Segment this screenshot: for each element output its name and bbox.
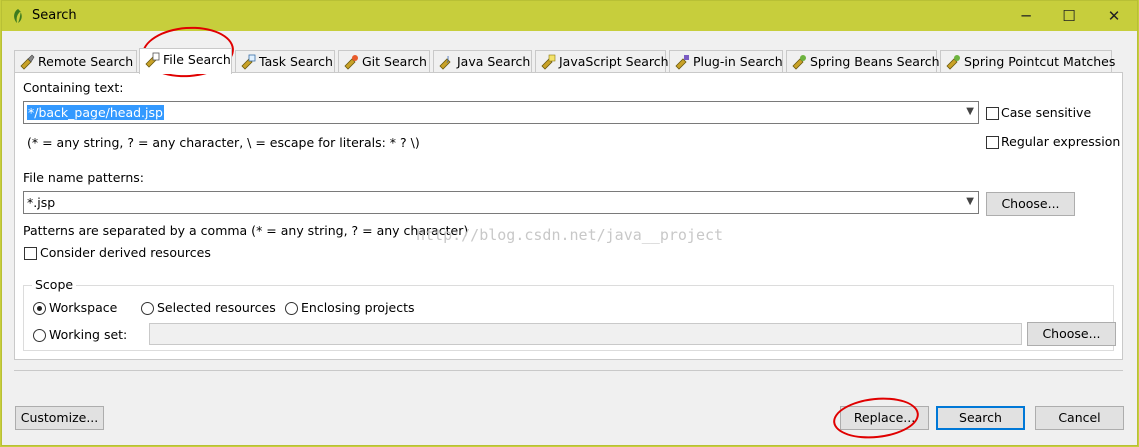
consider-derived-label: Consider derived resources	[40, 245, 211, 260]
tab-remote-search[interactable]: Remote Search	[14, 50, 137, 72]
tab-java-search[interactable]: J Java Search	[433, 50, 532, 72]
regular-expression-label: Regular expression	[1001, 134, 1121, 149]
tab-plugin-search[interactable]: Plug-in Search	[669, 50, 783, 72]
spring-leaf-icon	[946, 55, 960, 70]
patterns-hint: Patterns are separated by a comma (* = a…	[23, 223, 469, 238]
close-button[interactable]: ✕	[1092, 1, 1136, 31]
search-dialog: Search ─ ☐ ✕ Remote Search File Search T…	[1, 0, 1138, 446]
svg-text:J: J	[446, 55, 449, 63]
containing-text-combo[interactable]: */back_page/head.jsp ▼	[23, 101, 979, 124]
tab-label: Plug-in Search	[693, 54, 783, 69]
tab-label: JavaScript Search	[559, 54, 669, 69]
customize-button[interactable]: Customize...	[15, 406, 104, 430]
choose-patterns-button[interactable]: Choose...	[986, 192, 1075, 216]
file-name-patterns-combo[interactable]: *.jsp ▼	[23, 191, 979, 214]
file-search-icon	[145, 52, 160, 68]
workspace-radio[interactable]	[33, 302, 46, 315]
plugin-search-icon	[675, 55, 689, 70]
case-sensitive-checkbox[interactable]	[986, 107, 999, 120]
tab-label: Spring Beans Search	[810, 54, 940, 69]
selected-resources-radio[interactable]	[141, 302, 154, 315]
java-search-icon: J	[439, 55, 451, 70]
file-search-panel: Containing text: */back_page/head.jsp ▼ …	[14, 72, 1123, 360]
window-title: Search	[32, 8, 77, 23]
tab-label: Git Search	[362, 54, 427, 69]
cancel-button[interactable]: Cancel	[1035, 406, 1124, 430]
enclosing-projects-radio[interactable]	[285, 302, 298, 315]
maximize-button[interactable]: ☐	[1047, 1, 1091, 31]
chevron-down-icon[interactable]: ▼	[966, 196, 974, 207]
minimize-button[interactable]: ─	[1004, 1, 1048, 31]
file-name-patterns-label: File name patterns:	[23, 170, 144, 185]
scope-group: Scope Workspace Selected resources Enclo…	[23, 277, 1116, 351]
enclosing-projects-label: Enclosing projects	[301, 300, 415, 315]
tab-label: Spring Pointcut Matches	[964, 54, 1116, 69]
search-button[interactable]: Search	[936, 406, 1025, 430]
eclipse-leaf-icon	[14, 9, 22, 23]
task-search-icon	[241, 54, 256, 70]
watermark-text: http://blog.csdn.net/java__project	[416, 226, 724, 244]
title-bar: Search ─ ☐ ✕	[2, 1, 1137, 31]
tab-label: Java Search	[457, 54, 531, 69]
tab-spring-pointcut-matches[interactable]: Spring Pointcut Matches	[940, 50, 1116, 72]
tab-label: File Search	[163, 52, 231, 67]
consider-derived-checkbox[interactable]	[24, 247, 37, 260]
file-name-patterns-value: *.jsp	[27, 195, 56, 210]
tab-spring-beans-search[interactable]: Spring Beans Search	[786, 50, 940, 72]
tab-file-search[interactable]: File Search	[139, 48, 232, 74]
tab-task-search[interactable]: Task Search	[235, 50, 335, 72]
case-sensitive-label: Case sensitive	[1001, 105, 1092, 120]
regular-expression-checkbox[interactable]	[986, 136, 999, 149]
footer-separator	[14, 370, 1123, 371]
tab-javascript-search[interactable]: JavaScript Search	[535, 50, 669, 72]
tab-git-search[interactable]: Git Search	[338, 50, 430, 72]
chevron-down-icon[interactable]: ▼	[966, 106, 974, 117]
containing-text-hint: (* = any string, ? = any character, \ = …	[27, 135, 420, 150]
choose-working-set-button[interactable]: Choose...	[1027, 322, 1116, 346]
flashlight-icon	[20, 54, 35, 70]
workspace-label: Workspace	[49, 300, 118, 315]
working-set-field	[149, 323, 1022, 345]
containing-text-label: Containing text:	[23, 80, 124, 95]
working-set-label: Working set:	[49, 327, 128, 342]
tab-label: Remote Search	[38, 54, 134, 69]
selected-resources-label: Selected resources	[157, 300, 276, 315]
working-set-radio[interactable]	[33, 329, 46, 342]
tab-label: Task Search	[259, 54, 333, 69]
containing-text-value: */back_page/head.jsp	[27, 105, 164, 120]
scope-title: Scope	[32, 277, 77, 292]
javascript-search-icon	[541, 54, 556, 70]
spring-leaf-icon	[792, 55, 806, 70]
replace-button[interactable]: Replace...	[840, 406, 929, 430]
git-search-icon	[344, 55, 358, 70]
